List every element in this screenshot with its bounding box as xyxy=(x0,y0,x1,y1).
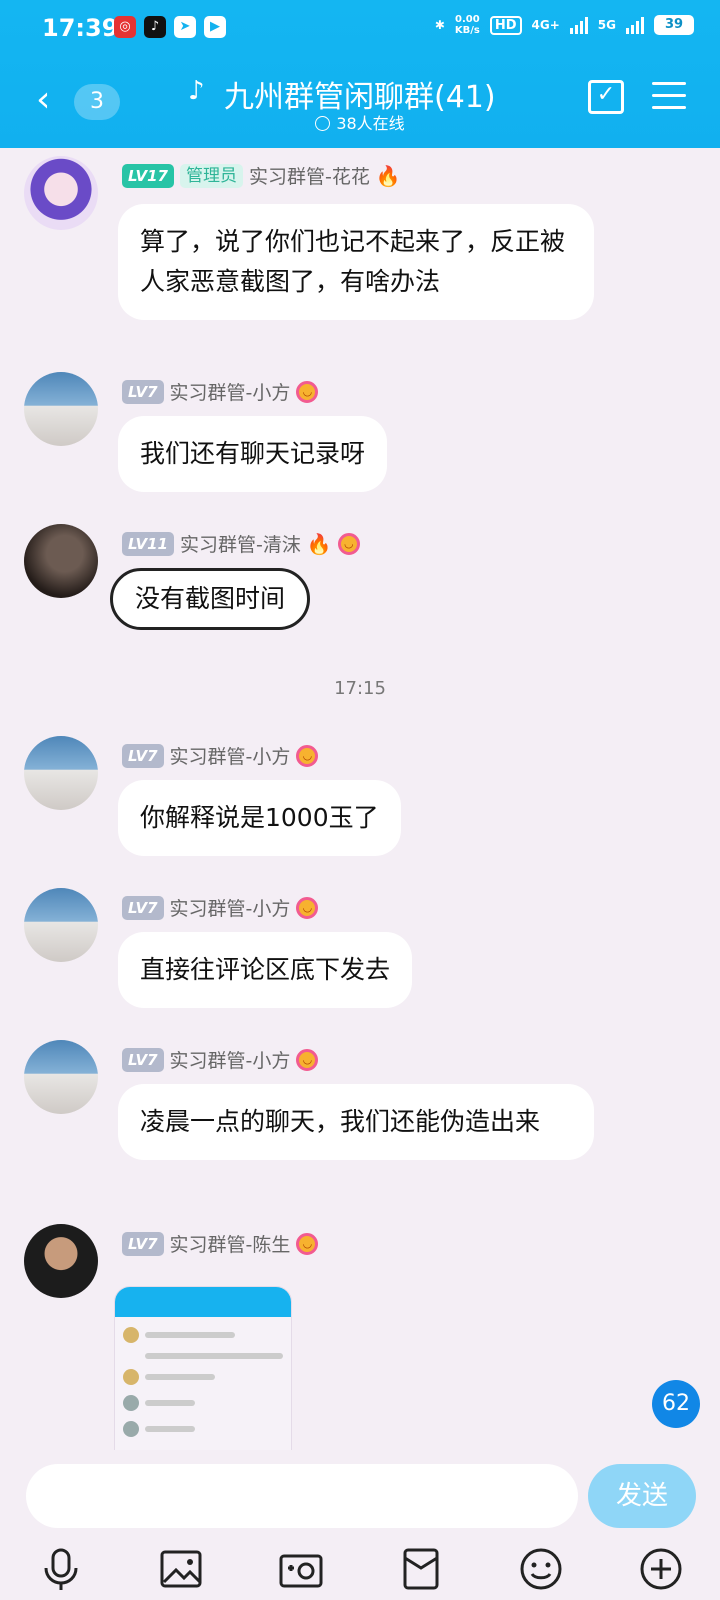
smile-badge-icon: ◡ xyxy=(296,1048,319,1071)
netease-app-icon: ◎ xyxy=(114,16,136,38)
plus-icon[interactable] xyxy=(636,1544,686,1594)
level-badge: LV7 xyxy=(122,743,164,768)
sender-name: 实习群管-小方 xyxy=(169,382,291,404)
emoji-icon[interactable] xyxy=(516,1544,566,1594)
hd-badge: HD xyxy=(489,15,522,35)
sender-name: 实习群管-陈生 xyxy=(169,1234,291,1256)
status-bar: 17:39 ◎ ♪ ➤ ▶ ✱ 0.00 KB/s HD 4G+ 5G 39 xyxy=(0,0,720,58)
image-message-thumbnail[interactable] xyxy=(114,1286,292,1450)
sender-name: 实习群管-清沫 xyxy=(179,534,301,556)
avatar[interactable] xyxy=(24,888,98,962)
net-speed-value: 0.00 xyxy=(455,14,480,25)
input-bar: 发送 xyxy=(0,1450,720,1600)
menu-icon[interactable] xyxy=(652,82,686,118)
smile-badge-icon: ◡ xyxy=(296,1232,319,1255)
level-badge: LV7 xyxy=(122,379,164,404)
net-speed-unit: KB/s xyxy=(454,25,480,36)
tiktok-app-icon: ♪ xyxy=(144,16,166,38)
ear-icon: ♪ xyxy=(188,76,205,106)
image-icon[interactable] xyxy=(156,1544,206,1594)
chat-header: 17:39 ◎ ♪ ➤ ▶ ✱ 0.00 KB/s HD 4G+ 5G 39 ‹ … xyxy=(0,0,720,148)
smile-badge-icon: ◡ xyxy=(296,896,319,919)
clock-icon xyxy=(315,116,331,131)
avatar[interactable] xyxy=(24,524,98,598)
battery-icon: 39 xyxy=(654,15,694,35)
level-badge: LV7 xyxy=(122,1047,164,1072)
status-time: 17:39 xyxy=(42,14,119,42)
sim1-label: 4G+ xyxy=(531,18,560,32)
new-messages-badge[interactable]: 62 xyxy=(652,1380,700,1428)
message-bubble[interactable]: 没有截图时间 xyxy=(110,568,311,630)
bluetooth-icon: ✱ xyxy=(434,18,445,32)
signal-icon xyxy=(569,16,588,34)
message-bubble[interactable]: 我们还有聊天记录呀 xyxy=(118,416,388,492)
smile-badge-icon: ◡ xyxy=(296,380,319,403)
time-separator: 17:15 xyxy=(334,678,386,699)
message-input[interactable] xyxy=(26,1464,578,1528)
message-bubble[interactable]: 算了，说了你们也记不起来了，反正被人家恶意截图了，有啥办法 xyxy=(118,204,594,320)
sim2-label: 5G xyxy=(597,18,616,32)
smile-badge-icon: ◡ xyxy=(296,744,319,767)
avatar[interactable] xyxy=(24,1040,98,1114)
mic-icon[interactable] xyxy=(36,1544,86,1594)
level-badge: LV17 xyxy=(122,163,174,188)
sender-name: 实习群管-花花 xyxy=(248,166,370,188)
message-bubble[interactable]: 凌晨一点的聊天，我们还能伪造出来 xyxy=(118,1084,594,1160)
online-text: 38人在线 xyxy=(336,114,405,133)
fire-icon: 🔥 xyxy=(375,163,401,188)
avatar[interactable] xyxy=(24,156,98,230)
level-badge: LV11 xyxy=(122,531,174,556)
message-bubble[interactable]: 你解释说是1000玉了 xyxy=(118,780,401,856)
calendar-check-icon[interactable]: ✓ xyxy=(588,80,624,114)
sender-name: 实习群管-小方 xyxy=(169,746,291,768)
smile-badge-icon: ◡ xyxy=(337,532,360,555)
level-badge: LV7 xyxy=(122,1231,164,1256)
red-packet-icon[interactable] xyxy=(396,1544,446,1594)
send-app-icon: ➤ xyxy=(174,16,196,38)
sender-name: 实习群管-小方 xyxy=(169,1050,291,1072)
avatar[interactable] xyxy=(24,1224,98,1298)
level-badge: LV7 xyxy=(122,895,164,920)
send-button[interactable]: 发送 xyxy=(588,1464,696,1528)
camera-icon[interactable] xyxy=(276,1544,326,1594)
message-bubble[interactable]: 直接往评论区底下发去 xyxy=(118,932,413,1008)
admin-badge: 管理员 xyxy=(179,163,243,188)
avatar[interactable] xyxy=(24,736,98,810)
toolbar xyxy=(0,1544,720,1596)
message-list[interactable]: LV17 管理员 实习群管-花花 🔥 算了，说了你们也记不起来了，反正被人家恶意… xyxy=(0,148,720,1450)
net-speed: 0.00 KB/s xyxy=(455,14,480,36)
signal-icon-2 xyxy=(626,16,644,34)
sender-name: 实习群管-小方 xyxy=(169,898,291,920)
fire-icon: 🔥 xyxy=(306,531,332,556)
bilibili-app-icon: ▶ xyxy=(204,16,226,38)
avatar[interactable] xyxy=(24,372,98,446)
